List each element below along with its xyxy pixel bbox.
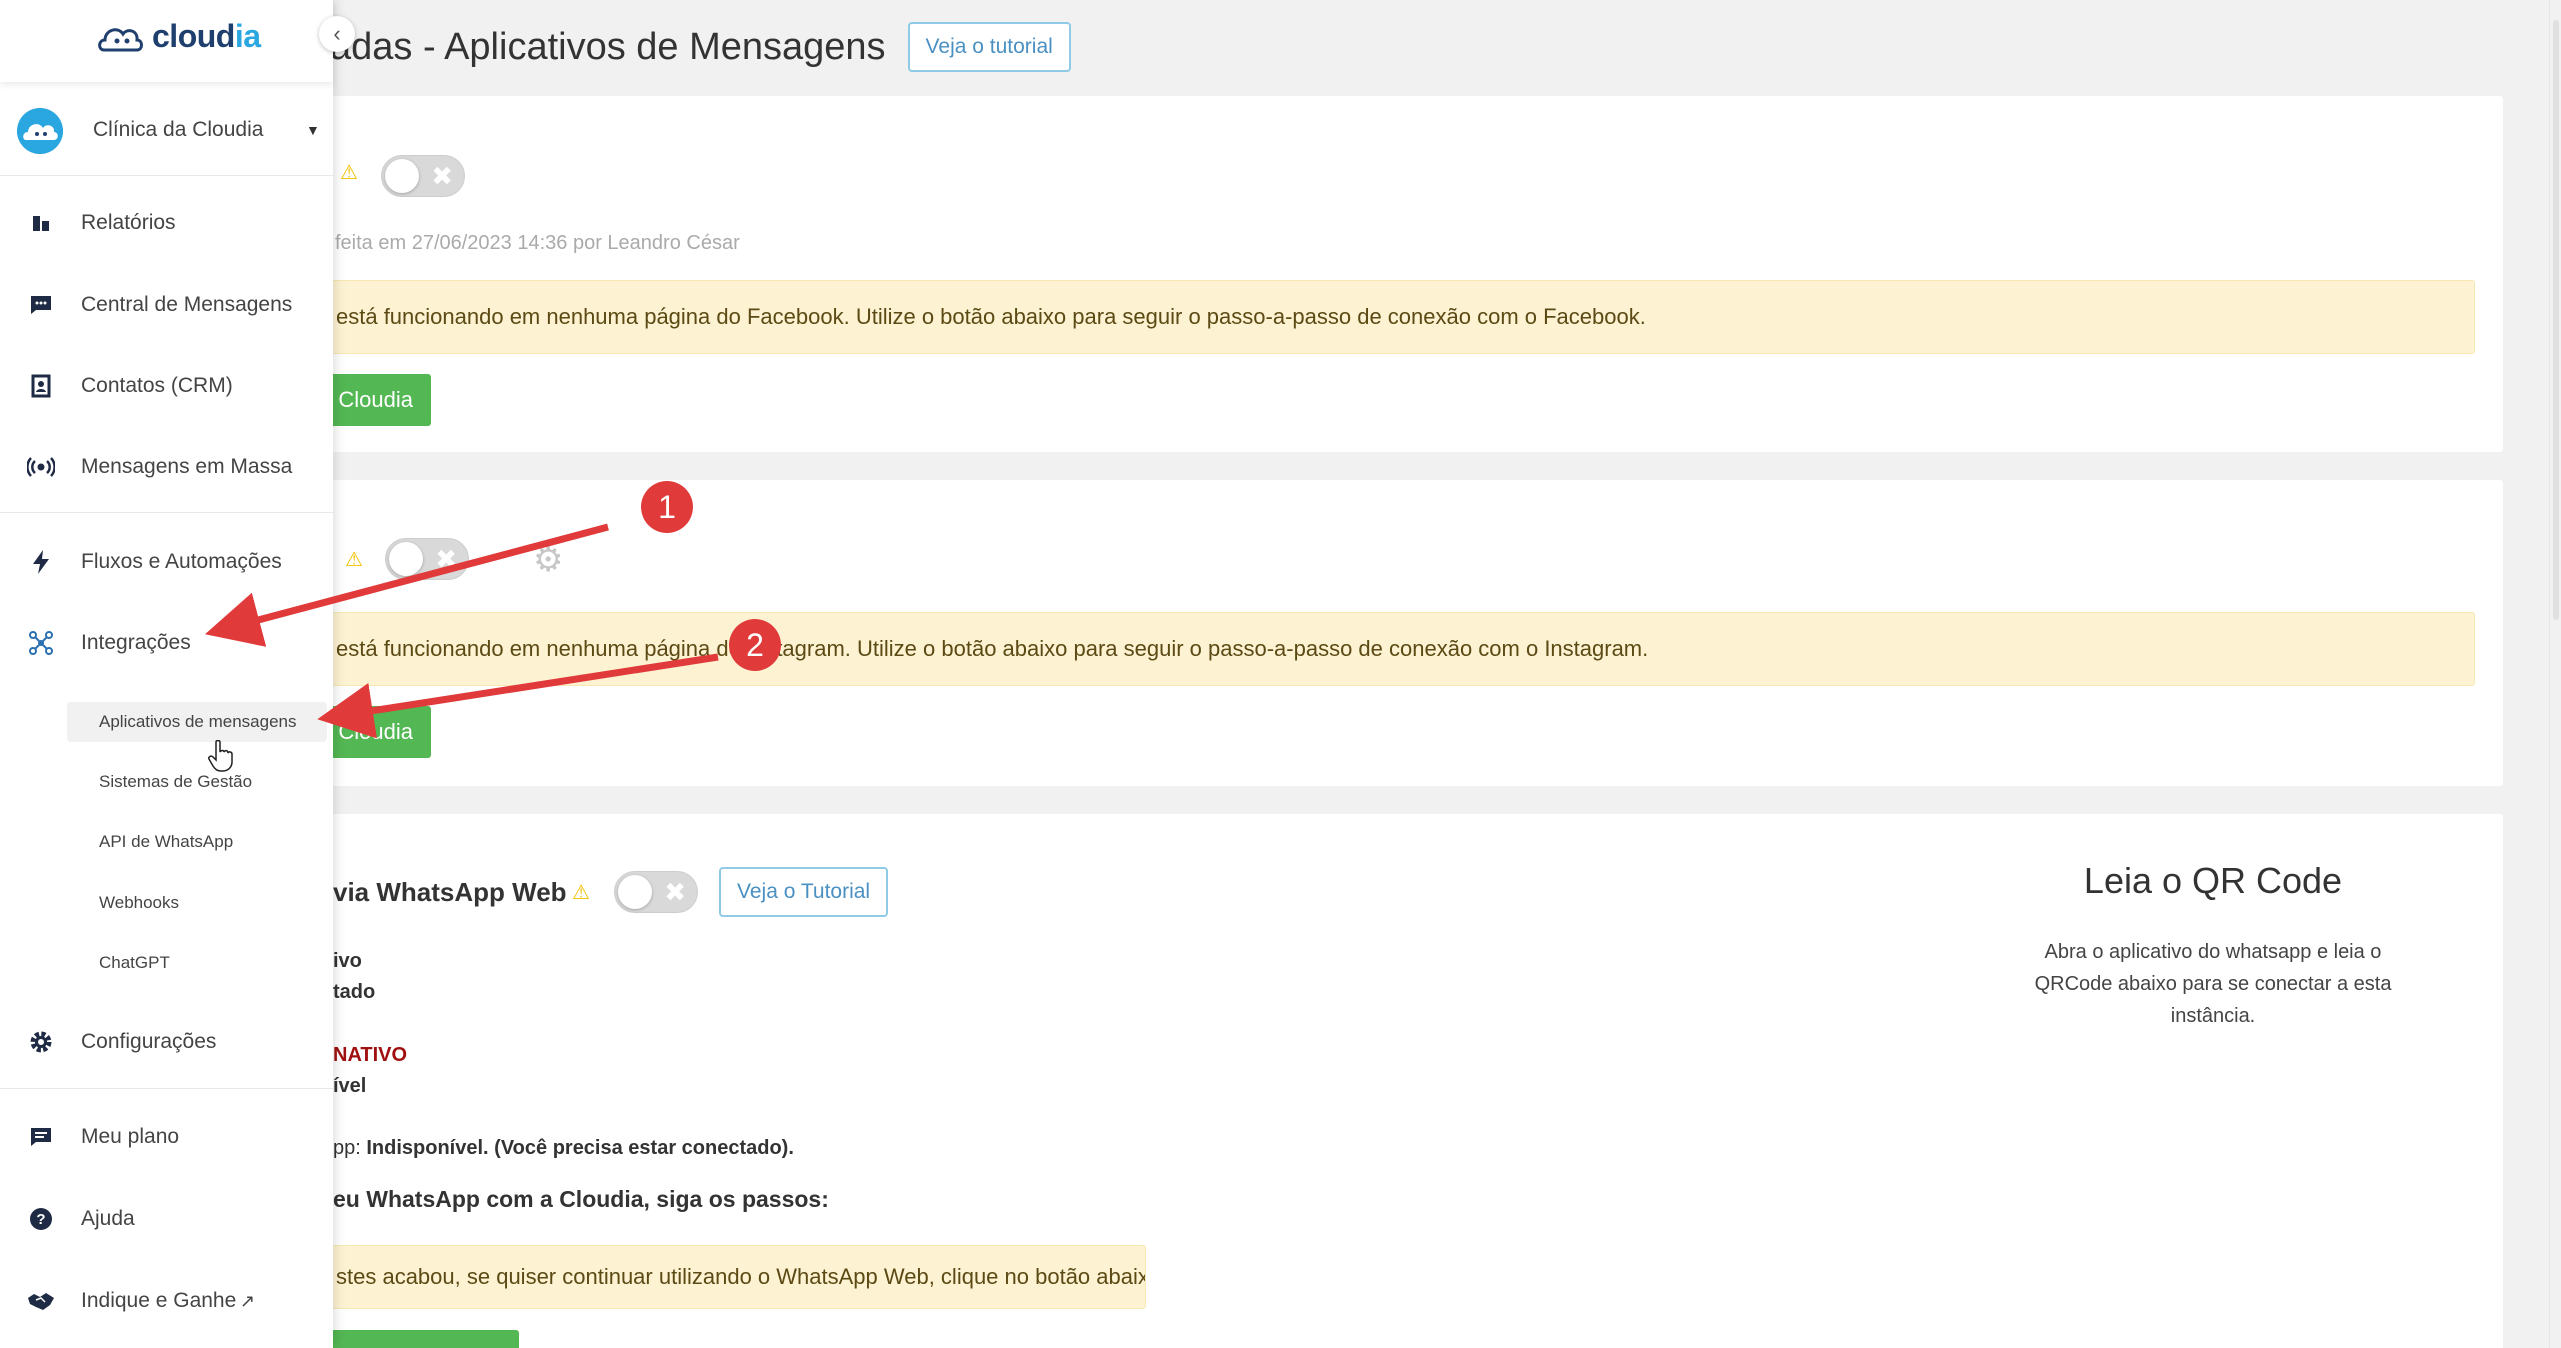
toggle-knob xyxy=(618,875,652,909)
warning-icon: ⚠ xyxy=(572,882,590,904)
sidebar-item-ajuda[interactable]: ? Ajuda xyxy=(0,1189,333,1249)
whatsapp-number-line: pp: Indisponível. (Você precisa estar co… xyxy=(333,1137,794,1160)
whatsapp-alert: stes acabou, se quiser continuar utiliza… xyxy=(300,1245,1146,1309)
sidebar-item-relatorios[interactable]: Relatórios xyxy=(0,193,333,253)
submenu-item-aplicativos-mensagens[interactable]: Aplicativos de mensagens xyxy=(67,702,327,742)
gear-icon xyxy=(26,1027,56,1057)
settings-gear-icon[interactable]: ⚙ xyxy=(533,540,563,580)
bar-chart-icon xyxy=(26,208,56,238)
sidebar-item-label: Ajuda xyxy=(81,1207,135,1230)
facebook-integration-card xyxy=(300,96,2503,452)
steps-title: eu WhatsApp com a Cloudia, siga os passo… xyxy=(333,1186,829,1212)
whatsapp-number-label: pp: xyxy=(333,1137,367,1159)
cloudia-logo-icon xyxy=(98,27,143,51)
sidebar-item-contatos[interactable]: Contatos (CRM) xyxy=(0,356,333,416)
main-content: adas - Aplicativos de Mensagens Veja o t… xyxy=(0,0,2561,1348)
sidebar-item-label: Mensagens em Massa xyxy=(81,455,293,478)
whatsapp-tutorial-button[interactable]: Veja o Tutorial xyxy=(719,867,889,917)
sidebar-item-label: Integrações xyxy=(81,631,191,654)
sidebar-item-indique-ganhe[interactable]: Indique e Ganhe ↗ xyxy=(0,1271,333,1331)
sidebar-item-label: Indique e Ganhe xyxy=(81,1289,237,1312)
whatsapp-number-value: Indisponível. (Você precisa estar conect… xyxy=(366,1137,794,1159)
divider xyxy=(0,512,333,513)
sidebar-item-integracoes[interactable]: Integrações xyxy=(0,613,333,673)
qr-description: Abra o aplicativo do whatsapp e leia o Q… xyxy=(2034,941,2392,1027)
whatsapp-toggle[interactable]: ✖ xyxy=(614,871,698,913)
submenu-item-sistemas-gestao[interactable]: Sistemas de Gestão xyxy=(67,762,327,802)
mouse-cursor-icon xyxy=(208,739,234,777)
chevron-left-icon: ‹ xyxy=(333,21,341,46)
logo[interactable]: cloudia xyxy=(96,18,261,55)
clinic-selector[interactable]: Clínica da Cloudia ▼ xyxy=(0,100,333,176)
submenu-item-chatgpt[interactable]: ChatGPT xyxy=(67,943,327,983)
sidebar-item-fluxos[interactable]: Fluxos e Automações xyxy=(0,532,333,592)
sidebar-item-label: Contatos (CRM) xyxy=(81,374,233,397)
sidebar-item-label: Relatórios xyxy=(81,211,176,234)
sidebar-item-label: Fluxos e Automações xyxy=(81,550,282,573)
lightning-icon xyxy=(26,547,56,577)
logo-text: cloudia xyxy=(152,18,261,54)
broadcast-icon xyxy=(26,452,56,482)
warning-icon: ⚠ xyxy=(345,549,363,571)
integrations-icon xyxy=(26,628,56,658)
plan-icon xyxy=(26,1122,56,1152)
page-title: adas - Aplicativos de Mensagens xyxy=(330,25,886,68)
toggle-knob xyxy=(385,159,419,193)
warning-icon: ⚠ xyxy=(340,162,358,184)
status-line: ivo xyxy=(333,950,362,972)
close-icon: ✖ xyxy=(435,544,457,574)
sidebar-item-label: Configurações xyxy=(81,1030,217,1053)
scrollbar-thumb[interactable] xyxy=(2553,20,2559,620)
chat-icon xyxy=(26,290,56,320)
logo-area: cloudia xyxy=(0,0,333,82)
availability-line: ível xyxy=(333,1075,367,1097)
facebook-toggle[interactable]: ✖ xyxy=(381,155,465,197)
external-link-icon: ↗ xyxy=(240,1290,256,1311)
help-icon: ? xyxy=(26,1204,56,1234)
submenu-item-webhooks[interactable]: Webhooks xyxy=(67,883,327,923)
sidebar-item-label: Meu plano xyxy=(81,1125,180,1148)
close-icon: ✖ xyxy=(664,877,686,907)
contact-card-icon xyxy=(26,371,56,401)
page-header: adas - Aplicativos de Mensagens Veja o t… xyxy=(330,22,1071,72)
facebook-alert: está funcionando em nenhuma página do Fa… xyxy=(300,280,2475,354)
toggle-knob xyxy=(389,542,423,576)
last-change-text: feita em 27/06/2023 14:36 por Leandro Cé… xyxy=(335,232,740,254)
sidebar-item-mensagens-massa[interactable]: Mensagens em Massa xyxy=(0,437,333,497)
svg-text:?: ? xyxy=(36,1211,45,1228)
inactive-status: NATIVO xyxy=(333,1044,408,1066)
caret-down-icon: ▼ xyxy=(306,122,320,138)
instagram-alert: está funcionando em nenhuma página do In… xyxy=(300,612,2475,686)
instagram-toggle[interactable]: ✖ xyxy=(385,538,469,580)
sidebar: cloudia ‹ Clínica da Cloudia ▼ Relatório… xyxy=(0,0,355,1348)
handshake-icon xyxy=(26,1286,56,1316)
submenu-item-api-whatsapp[interactable]: API de WhatsApp xyxy=(67,822,327,862)
collapse-sidebar-button[interactable]: ‹ xyxy=(319,16,355,52)
clinic-name: Clínica da Cloudia xyxy=(93,118,264,141)
sidebar-item-label: Central de Mensagens xyxy=(81,293,293,316)
tutorial-button[interactable]: Veja o tutorial xyxy=(907,22,1071,72)
divider xyxy=(0,1088,333,1089)
close-icon: ✖ xyxy=(431,161,453,191)
qr-title: Leia o QR Code xyxy=(2083,860,2343,901)
sidebar-item-central-mensagens[interactable]: Central de Mensagens xyxy=(0,275,333,335)
avatar xyxy=(17,108,63,154)
sidebar-item-meu-plano[interactable]: Meu plano xyxy=(0,1107,333,1167)
whatsapp-card-title: via WhatsApp Web xyxy=(333,877,567,907)
sidebar-item-configuracoes[interactable]: Configurações xyxy=(0,1012,333,1072)
connection-line: tado xyxy=(333,981,376,1003)
avatar-icon xyxy=(17,108,63,154)
